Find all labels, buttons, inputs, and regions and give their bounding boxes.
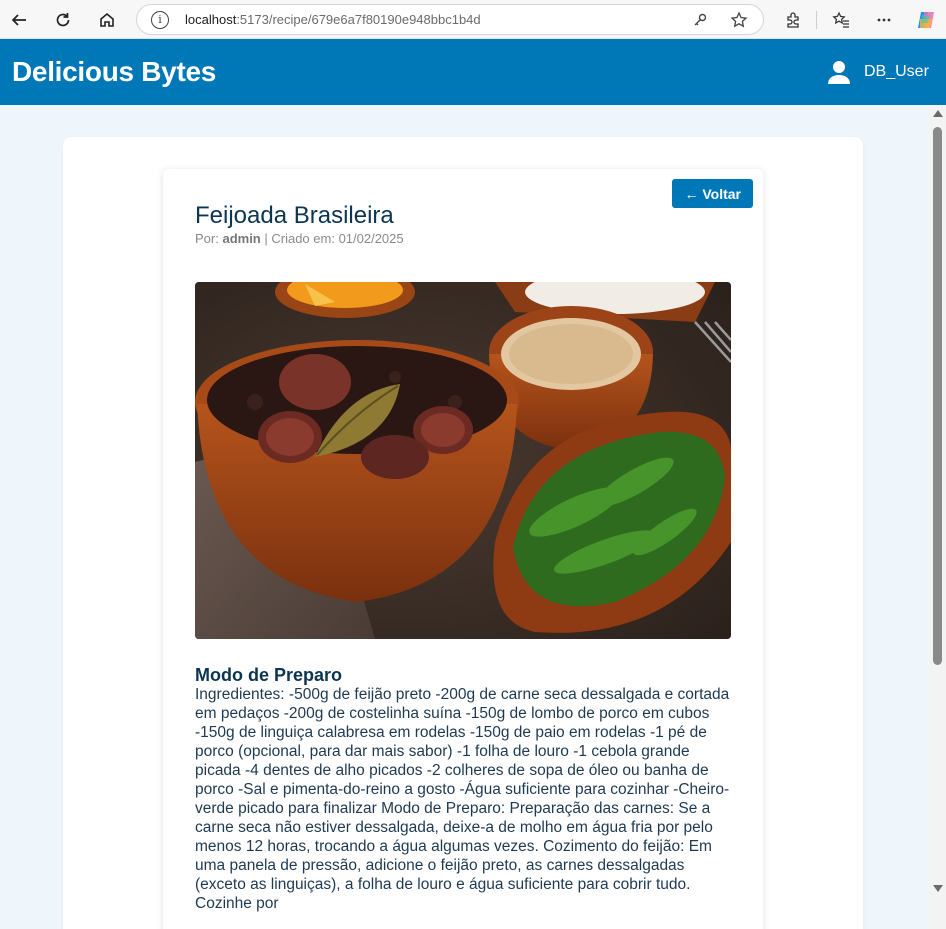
brand-logo[interactable]: Delicious Bytes xyxy=(12,56,216,88)
recipe-author: admin xyxy=(222,231,261,246)
page-background: ← Voltar Feijoada Brasileira Por: admin … xyxy=(0,105,930,929)
address-bar[interactable]: i localhost:5173/recipe/679e6a7f80190e94… xyxy=(136,4,764,35)
recipe-created-date: 01/02/2025 xyxy=(338,231,404,246)
extensions-icon[interactable] xyxy=(780,7,806,33)
app-header: Delicious Bytes DB_User xyxy=(0,39,946,105)
user-name[interactable]: DB_User xyxy=(864,63,929,81)
recipe-instructions: Ingredientes: -500g de feijão preto -200… xyxy=(195,686,730,912)
back-button[interactable]: ← Voltar xyxy=(672,179,753,208)
scroll-down-arrow-icon[interactable] xyxy=(933,885,943,892)
recipe-image xyxy=(195,282,731,639)
home-icon[interactable] xyxy=(94,7,120,33)
info-icon[interactable]: i xyxy=(151,11,169,29)
meta-separator: | Criado em: xyxy=(260,231,339,246)
back-arrow-icon[interactable] xyxy=(6,7,32,33)
scroll-thumb[interactable] xyxy=(933,127,942,665)
content-container: ← Voltar Feijoada Brasileira Por: admin … xyxy=(63,137,863,929)
section-title: Modo de Preparo xyxy=(195,665,343,685)
url-text[interactable]: localhost:5173/recipe/679e6a7f80190e948b… xyxy=(185,12,481,27)
meta-prefix: Por: xyxy=(195,231,223,246)
copilot-icon[interactable] xyxy=(913,7,939,33)
recipe-card: ← Voltar Feijoada Brasileira Por: admin … xyxy=(163,169,763,929)
page-scrollbar[interactable] xyxy=(930,105,946,929)
recipe-meta: Por: admin | Criado em: 01/02/2025 xyxy=(195,231,404,246)
recipe-title: Feijoada Brasileira xyxy=(195,202,394,229)
key-icon[interactable] xyxy=(689,9,711,31)
user-icon[interactable] xyxy=(826,59,852,85)
more-icon[interactable] xyxy=(871,7,897,33)
scroll-up-arrow-icon[interactable] xyxy=(933,110,943,117)
browser-toolbar: i localhost:5173/recipe/679e6a7f80190e94… xyxy=(0,0,946,39)
star-icon[interactable] xyxy=(728,9,750,31)
toolbar-divider xyxy=(816,11,817,29)
favorites-icon[interactable] xyxy=(828,7,854,33)
refresh-icon[interactable] xyxy=(50,7,76,33)
